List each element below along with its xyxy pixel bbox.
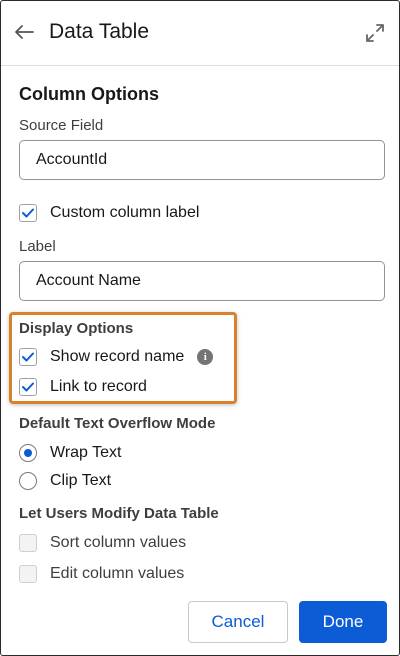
show-record-name-checkbox-row[interactable]: Show record name i <box>19 346 214 368</box>
wrap-text-label: Wrap Text <box>50 444 122 461</box>
display-options-heading: Display Options <box>19 320 134 337</box>
link-to-record-checkbox-row[interactable]: Link to record <box>19 376 147 398</box>
sort-column-values-checkbox-row: Sort column values <box>19 532 186 554</box>
edit-column-values-checkbox-row: Edit column values <box>19 563 184 585</box>
back-button[interactable] <box>13 21 35 43</box>
show-record-name-text: Show record name <box>50 348 185 365</box>
panel-header: Data Table <box>1 1 399 66</box>
clip-text-radio-row[interactable]: Clip Text <box>19 470 111 492</box>
custom-column-label-text: Custom column label <box>50 204 200 221</box>
label-field-label: Label <box>19 238 56 255</box>
data-table-panel: Data Table Column Options Source Field C… <box>0 0 400 656</box>
clip-text-label: Clip Text <box>50 472 112 489</box>
source-field-label: Source Field <box>19 117 104 134</box>
edit-column-values-text: Edit column values <box>50 565 185 582</box>
checkmark-icon <box>22 208 34 218</box>
edit-column-values-checkbox <box>19 565 37 583</box>
label-field-input[interactable] <box>19 261 385 301</box>
modify-heading: Let Users Modify Data Table <box>19 505 219 522</box>
checkmark-icon <box>22 382 34 392</box>
link-to-record-checkbox[interactable] <box>19 378 37 396</box>
custom-column-label-checkbox-row[interactable]: Custom column label <box>19 202 199 224</box>
wrap-text-radio[interactable] <box>19 444 37 462</box>
cancel-button[interactable]: Cancel <box>188 601 288 643</box>
overflow-mode-heading: Default Text Overflow Mode <box>19 415 216 432</box>
done-button[interactable]: Done <box>299 601 387 643</box>
arrow-left-icon <box>15 25 34 39</box>
expand-button[interactable] <box>365 23 385 43</box>
checkmark-icon <box>22 352 34 362</box>
show-record-name-checkbox[interactable] <box>19 348 37 366</box>
wrap-text-radio-row[interactable]: Wrap Text <box>19 442 121 464</box>
panel-title: Data Table <box>49 20 150 43</box>
expand-icon <box>366 24 384 42</box>
custom-column-label-checkbox[interactable] <box>19 204 37 222</box>
link-to-record-text: Link to record <box>50 378 147 395</box>
clip-text-radio[interactable] <box>19 472 37 490</box>
radio-selected-dot <box>24 449 32 457</box>
column-options-heading: Column Options <box>19 84 159 104</box>
sort-column-values-checkbox <box>19 534 37 552</box>
sort-column-values-text: Sort column values <box>50 534 187 551</box>
source-field-input[interactable] <box>19 140 385 180</box>
info-icon[interactable]: i <box>197 349 214 365</box>
